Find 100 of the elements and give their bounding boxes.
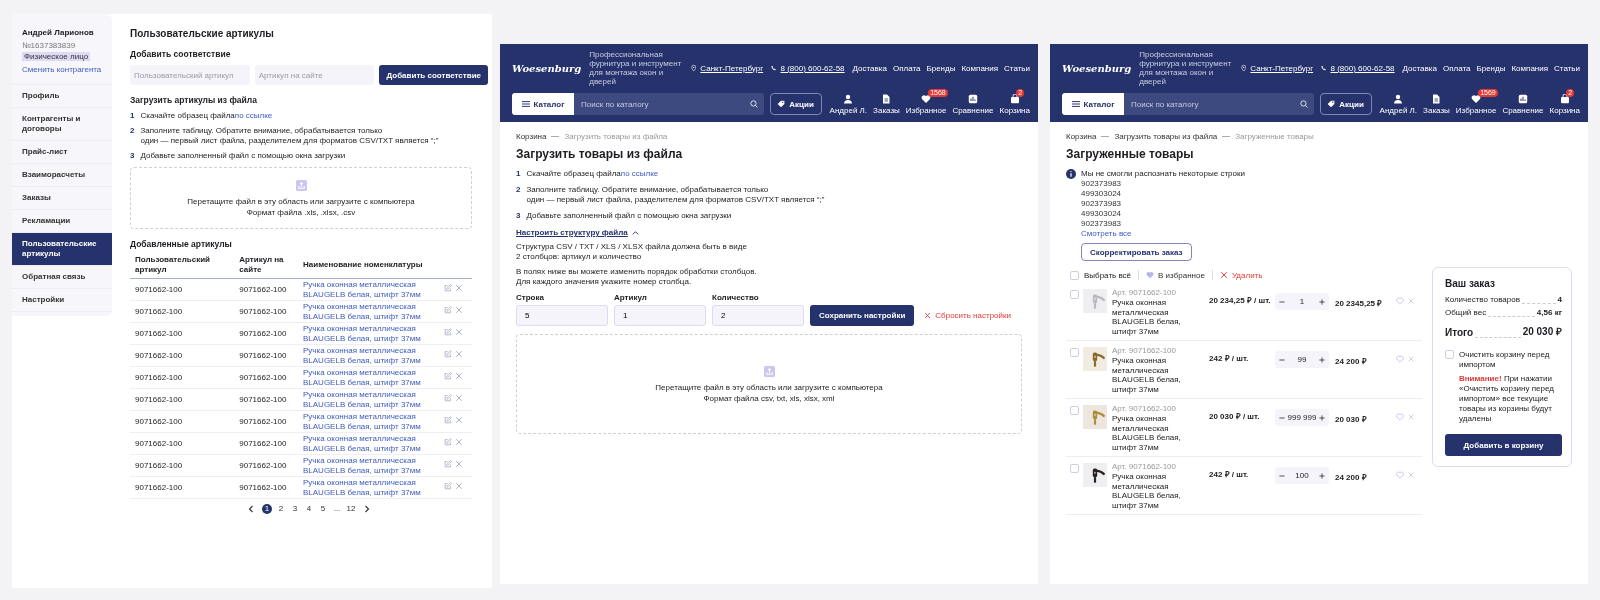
promo-button[interactable]: Акции xyxy=(769,93,822,115)
delete-icon[interactable] xyxy=(1407,471,1415,479)
sidebar-item[interactable]: Обратная связь xyxy=(12,266,112,289)
edit-icon[interactable] xyxy=(444,394,452,403)
search-icon[interactable] xyxy=(1299,100,1308,108)
dropzone[interactable]: Перетащите файл в эту область или загрузите с компьютера Формат файла csv, txt, xls, xlsx, xml xyxy=(516,334,1022,434)
input-field[interactable]: 1 xyxy=(614,305,706,326)
heart-icon[interactable] xyxy=(1396,297,1404,305)
minus-icon[interactable] xyxy=(1279,414,1285,421)
heart-icon[interactable] xyxy=(1396,413,1404,421)
header-nav-item[interactable]: Сравнение xyxy=(952,93,994,115)
plus-icon[interactable] xyxy=(1319,298,1325,305)
header-nav-item[interactable]: Андрей Л. xyxy=(829,93,868,115)
sidebar-item[interactable]: Прайс-лист xyxy=(12,141,112,164)
nav-link[interactable]: Бренды xyxy=(1476,63,1506,73)
catalog-button[interactable]: Каталог xyxy=(1062,93,1124,115)
edit-icon[interactable] xyxy=(444,438,452,447)
search-field[interactable]: Поиск по каталогу xyxy=(1124,93,1314,115)
plus-icon[interactable] xyxy=(1319,414,1325,421)
delete-icon[interactable] xyxy=(455,306,463,315)
quantity-stepper[interactable]: 999 999 xyxy=(1275,409,1329,426)
checkbox[interactable] xyxy=(1070,348,1079,357)
product-link[interactable]: Ручка оконная металлическая BLAUGELB белая, штифт 37мм xyxy=(298,476,436,499)
delete-icon[interactable] xyxy=(455,460,463,469)
minus-icon[interactable] xyxy=(1279,298,1285,305)
edit-icon[interactable] xyxy=(444,328,452,337)
page-link[interactable]: ... xyxy=(332,504,342,514)
input-field[interactable]: Артикул на сайте xyxy=(254,65,375,85)
product-link[interactable]: Ручка оконная металлическая BLAUGELB белая, штифт 37мм xyxy=(1112,298,1204,336)
checkbox[interactable] xyxy=(1070,406,1079,415)
quantity-stepper[interactable]: 100 xyxy=(1275,467,1329,484)
delete-link[interactable]: Удалить xyxy=(1219,270,1263,280)
input-field[interactable]: 2 xyxy=(712,305,804,326)
delete-icon[interactable] xyxy=(455,328,463,337)
page-link[interactable]: 3 xyxy=(290,504,300,514)
phone-link[interactable]: 8 (800) 600-62-58 xyxy=(1330,63,1395,73)
edit-icon[interactable] xyxy=(444,284,452,293)
header-nav-item[interactable]: Заказы xyxy=(1423,93,1450,115)
delete-icon[interactable] xyxy=(455,416,463,425)
checkbox[interactable] xyxy=(1070,290,1079,299)
nav-link[interactable]: Компания xyxy=(961,63,999,73)
edit-icon[interactable] xyxy=(444,350,452,359)
input-field[interactable]: Пользовательский артикул xyxy=(130,65,250,85)
phone-link[interactable]: 8 (800) 600-62-58 xyxy=(780,63,845,73)
sample-link[interactable]: по ссылке xyxy=(234,111,273,120)
correct-order-button[interactable]: Скорректировать заказ xyxy=(1081,243,1192,261)
product-link[interactable]: Ручка оконная металлическая BLAUGELB белая, штифт 37мм xyxy=(1112,472,1204,510)
nav-link[interactable]: Статьи xyxy=(1554,63,1580,73)
page-link[interactable]: 4 xyxy=(304,504,314,514)
save-settings-button[interactable]: Сохранить настройки xyxy=(810,305,915,326)
chevron-right-icon[interactable] xyxy=(364,505,370,513)
edit-icon[interactable] xyxy=(444,306,452,315)
product-link[interactable]: Ручка оконная металлическая BLAUGELB белая, штифт 37мм xyxy=(298,300,436,323)
sidebar-item[interactable]: Взаиморасчеты xyxy=(12,164,112,187)
product-link[interactable]: Ручка оконная металлическая BLAUGELB белая, штифт 37мм xyxy=(298,278,436,301)
header-nav-item[interactable]: Андрей Л. xyxy=(1379,93,1418,115)
nav-link[interactable]: Статьи xyxy=(1004,63,1030,73)
product-link[interactable]: Ручка оконная металлическая BLAUGELB белая, штифт 37мм xyxy=(1112,356,1204,394)
logo[interactable]: Woesenburg xyxy=(512,62,582,74)
product-link[interactable]: Ручка оконная металлическая BLAUGELB белая, штифт 37мм xyxy=(298,432,436,455)
delete-icon[interactable] xyxy=(1407,413,1415,421)
breadcrumb[interactable]: Корзина xyxy=(1066,132,1097,141)
checkbox[interactable] xyxy=(1070,464,1079,473)
nav-link[interactable]: Бренды xyxy=(926,63,956,73)
page-link[interactable]: 2 xyxy=(276,504,286,514)
clear-cart-label[interactable]: Очистить корзину перед импортом xyxy=(1459,350,1562,370)
nav-link[interactable]: Доставка xyxy=(1402,63,1437,73)
checkbox[interactable] xyxy=(1445,350,1454,359)
edit-icon[interactable] xyxy=(444,482,452,491)
header-nav-item[interactable]: Заказы xyxy=(873,93,900,115)
sidebar-item[interactable]: Заказы xyxy=(12,187,112,210)
sidebar-item[interactable]: Пользовательские артикулы xyxy=(12,233,112,266)
product-link[interactable]: Ручка оконная металлическая BLAUGELB белая, штифт 37мм xyxy=(298,388,436,411)
switch-counterparty-link[interactable]: Сменить контрагента xyxy=(22,65,102,74)
nav-link[interactable]: Оплата xyxy=(892,63,921,73)
product-link[interactable]: Ручка оконная металлическая BLAUGELB белая, штифт 37мм xyxy=(298,410,436,433)
page-link[interactable]: 12 xyxy=(346,504,356,514)
delete-icon[interactable] xyxy=(455,284,463,293)
minus-icon[interactable] xyxy=(1279,356,1285,363)
page-link[interactable]: 1 xyxy=(262,504,272,514)
add-to-favorites-link[interactable]: В избранное xyxy=(1146,270,1205,280)
page-link[interactable]: 5 xyxy=(318,504,328,514)
heart-icon[interactable] xyxy=(1396,355,1404,363)
file-structure-toggle[interactable]: Настроить структуру файла xyxy=(516,228,639,237)
breadcrumb[interactable]: Корзина xyxy=(516,132,547,141)
delete-icon[interactable] xyxy=(455,350,463,359)
delete-icon[interactable] xyxy=(455,438,463,447)
sidebar-item[interactable]: Контрагенты и договоры xyxy=(12,108,112,141)
sample-link[interactable]: по ссылке xyxy=(620,169,659,178)
minus-icon[interactable] xyxy=(1279,472,1285,479)
catalog-button[interactable]: Каталог xyxy=(512,93,574,115)
nav-link[interactable]: Оплата xyxy=(1442,63,1471,73)
add-to-cart-button[interactable]: Добавить в корзину xyxy=(1445,434,1562,456)
chevron-left-icon[interactable] xyxy=(248,505,254,513)
checkbox[interactable] xyxy=(1070,270,1079,280)
city-link[interactable]: Санкт-Петербург xyxy=(1250,63,1314,73)
delete-icon[interactable] xyxy=(455,482,463,491)
sidebar-item[interactable]: Профиль xyxy=(12,85,112,108)
see-all-link[interactable]: Смотреть все xyxy=(1081,229,1132,238)
delete-icon[interactable] xyxy=(455,394,463,403)
